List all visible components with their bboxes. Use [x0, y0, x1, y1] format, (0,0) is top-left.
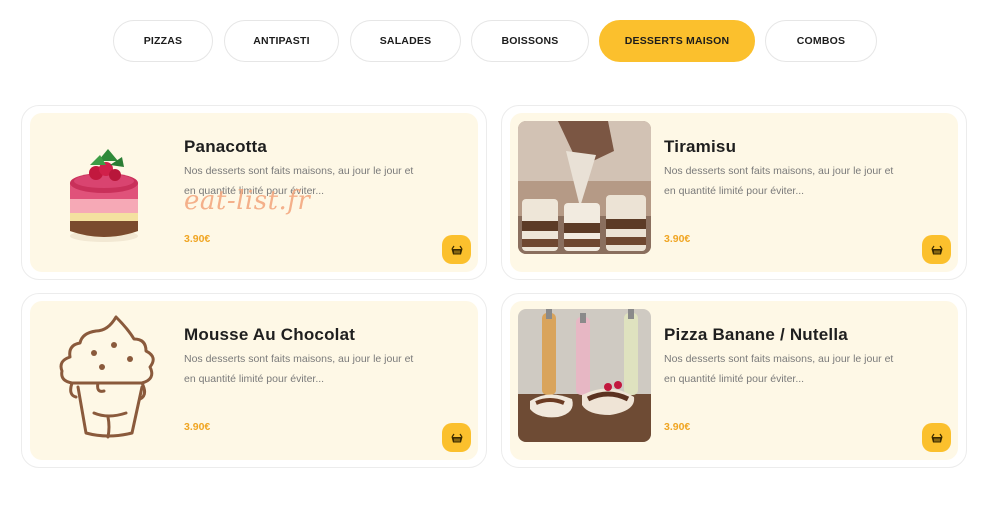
basket-icon	[931, 245, 942, 254]
tab-antipasti[interactable]: ANTIPASTI	[224, 20, 339, 62]
add-to-cart-button[interactable]	[442, 423, 471, 452]
product-card-mousse-au-chocolat: Mousse Au Chocolat Nos desserts sont fai…	[21, 293, 487, 468]
product-title: Tiramisu	[664, 137, 737, 156]
product-title: Panacotta	[184, 137, 268, 156]
add-to-cart-button[interactable]	[922, 423, 951, 452]
product-card-tiramisu: Tiramisu Nos desserts sont faits maisons…	[501, 105, 967, 280]
watermark: eat-list.fr	[184, 186, 311, 216]
tab-boissons[interactable]: BOISSONS	[471, 20, 589, 62]
dessert-pizza-photo	[518, 309, 651, 442]
layered-cake-illustration	[38, 121, 171, 254]
product-description: Nos desserts sont faits maisons, au jour…	[664, 165, 894, 197]
card-inner: Tiramisu Nos desserts sont faits maisons…	[510, 113, 958, 272]
card-inner: Pizza Banane / Nutella Nos desserts sont…	[510, 301, 958, 460]
product-description: Nos desserts sont faits maisons, au jour…	[184, 353, 414, 385]
product-title: Mousse Au Chocolat	[184, 325, 356, 344]
tab-combos[interactable]: COMBOS	[765, 20, 877, 62]
tab-desserts-maison[interactable]: DESSERTS MAISON	[599, 20, 755, 62]
tiramisu-cups-photo	[518, 121, 651, 254]
tab-pizzas[interactable]: PIZZAS	[113, 20, 213, 62]
product-price: 3.90€	[664, 421, 691, 433]
basket-icon	[451, 245, 462, 254]
product-card-pizza-banane-nutella: Pizza Banane / Nutella Nos desserts sont…	[501, 293, 967, 468]
card-inner: Mousse Au Chocolat Nos desserts sont fai…	[30, 301, 478, 460]
product-description: Nos desserts sont faits maisons, au jour…	[664, 353, 894, 385]
add-to-cart-button[interactable]	[442, 235, 471, 264]
product-title: Pizza Banane / Nutella	[664, 325, 848, 344]
cupcake-outline-icon	[38, 309, 171, 442]
category-tabs: PIZZAS ANTIPASTI SALADES BOISSONS DESSER…	[0, 20, 989, 62]
product-price: 3.90€	[184, 421, 211, 433]
add-to-cart-button[interactable]	[922, 235, 951, 264]
product-price: 3.90€	[664, 233, 691, 245]
tab-salades[interactable]: SALADES	[350, 20, 461, 62]
basket-icon	[451, 433, 462, 442]
basket-icon	[931, 433, 942, 442]
product-price: 3.90€	[184, 233, 211, 245]
